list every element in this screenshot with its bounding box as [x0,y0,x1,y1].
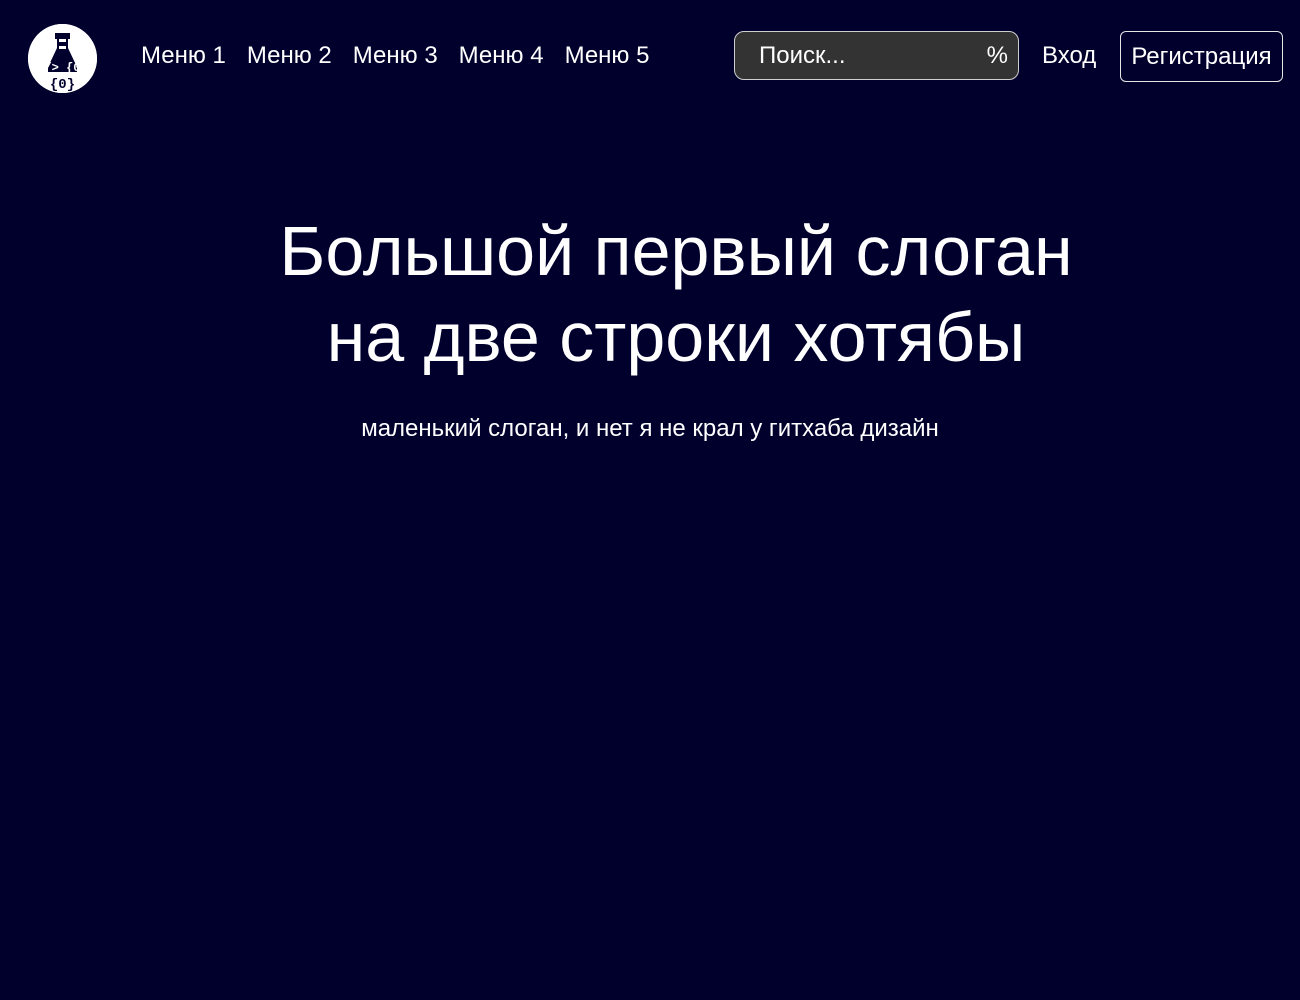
logo[interactable]: </> {0} {0} [28,24,97,93]
page: </> {0} {0} Меню 1 Меню 2 Меню 3 Меню 4 … [0,0,1300,1000]
nav-item-menu-3[interactable]: Меню 3 [353,40,438,72]
search-shortcut-key: % [986,42,1008,69]
logo-code-text: </> {0} [37,61,87,75]
main-nav: Меню 1 Меню 2 Меню 3 Меню 4 Меню 5 [141,40,670,72]
logo-brace-text: {0} [50,77,75,93]
search-box: % [734,31,1019,80]
header: </> {0} {0} Меню 1 Меню 2 Меню 3 Меню 4 … [0,0,1300,112]
search-input[interactable] [747,32,977,79]
nav-item-menu-1[interactable]: Меню 1 [141,40,226,72]
hero-title: Большой первый слоган на две строки хотя… [0,208,1300,380]
hero-title-line-1: Большой первый слоган [279,212,1073,290]
nav-item-menu-4[interactable]: Меню 4 [459,40,544,72]
signin-link[interactable]: Вход [1042,40,1096,72]
hero-subtitle: маленький слоган, и нет я не крал у гитх… [361,415,939,442]
hero-title-line-2: на две строки хотябы [326,298,1026,376]
nav-item-menu-2[interactable]: Меню 2 [247,40,332,72]
signup-button[interactable]: Регистрация [1120,31,1283,82]
nav-item-menu-5[interactable]: Меню 5 [565,40,650,72]
flask-code-logo-icon: </> {0} {0} [28,24,97,93]
